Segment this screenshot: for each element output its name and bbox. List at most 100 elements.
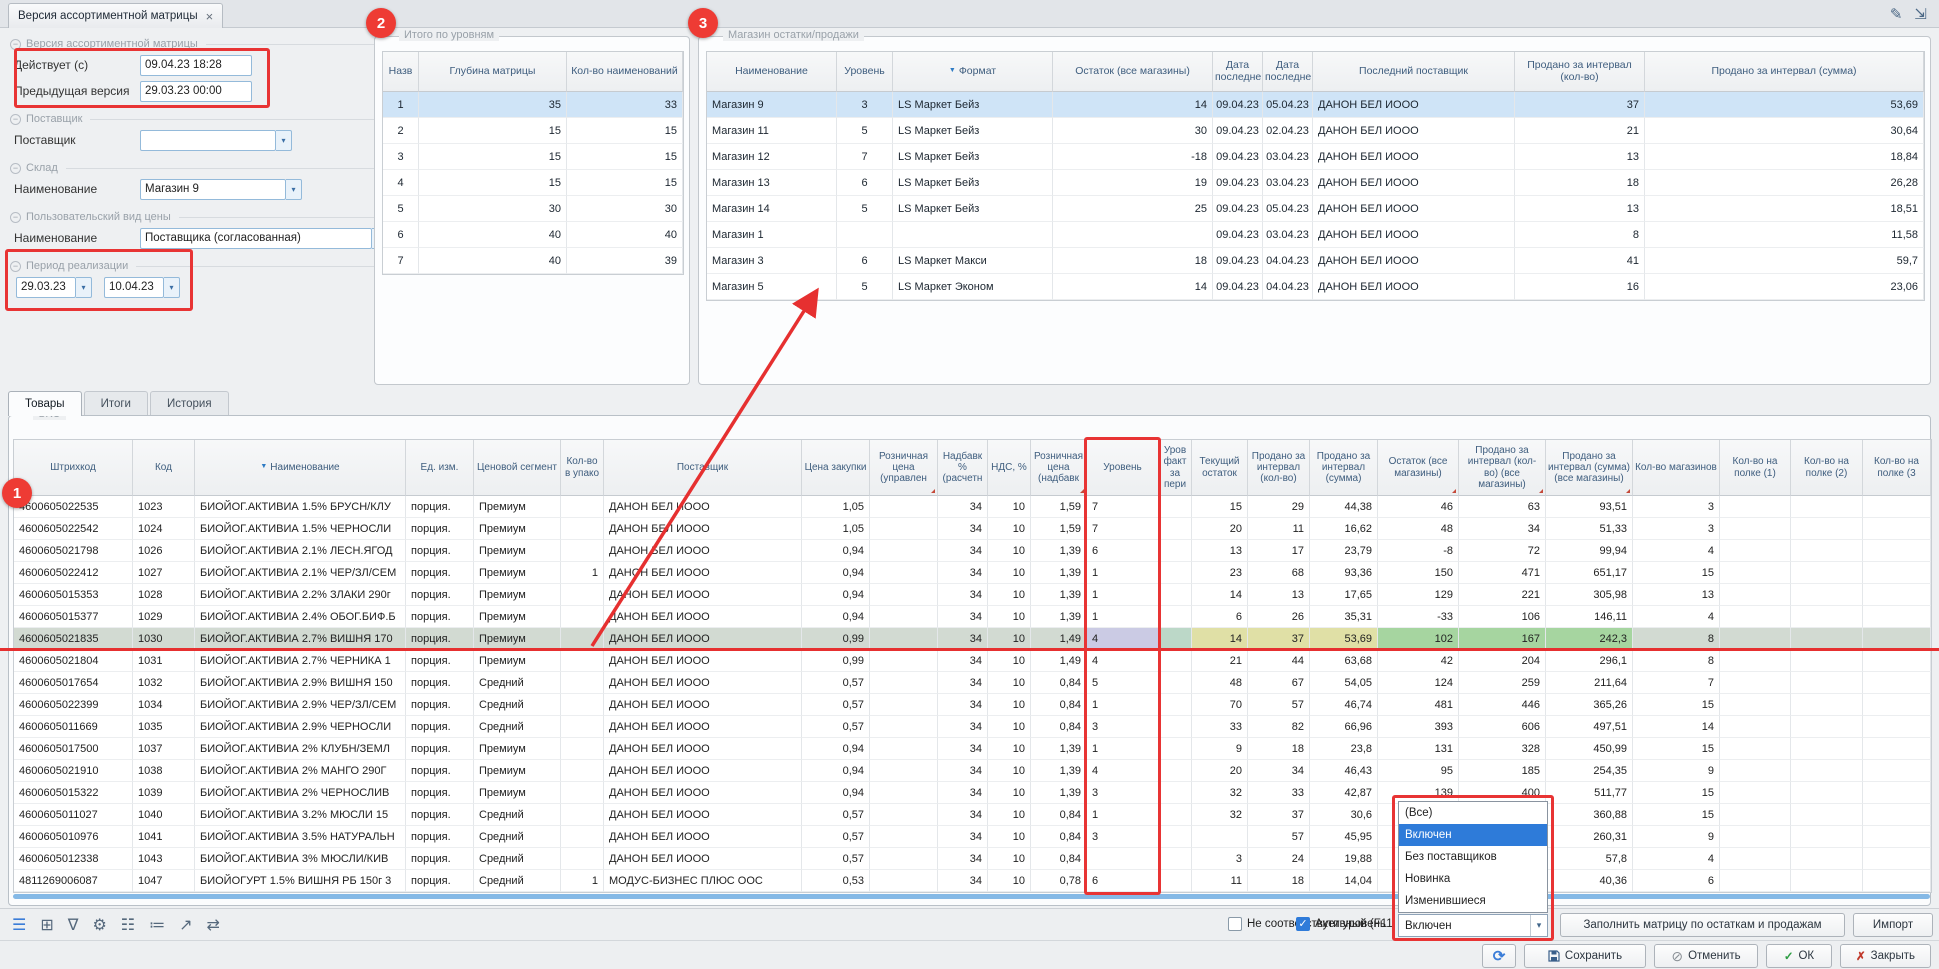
valid-from-input[interactable] [140,55,252,76]
sku-row[interactable]: 46006050224121027БИОЙОГ.АКТИВИА 2.1% ЧЕР… [14,562,1931,584]
column-header[interactable]: Назв [383,52,419,92]
level-row[interactable]: 74039 [383,248,683,274]
sku-row[interactable]: 46006050218351030БИОЙОГ.АКТИВИА 2.7% ВИШ… [14,628,1931,650]
sku-row[interactable]: 46006050218041031БИОЙОГ.АКТИВИА 2.7% ЧЕР… [14,650,1931,672]
sort-filter-icon[interactable]: ▼ [949,67,956,74]
column-header[interactable]: Надбавк % (расчетн [938,440,988,496]
tab-products[interactable]: Товары [8,391,82,416]
sku-row[interactable]: 46006050153221039БИОЙОГ.АКТИВИА 2% ЧЕРНО… [14,782,1931,804]
supplier-input[interactable] [140,130,276,151]
sku-row[interactable]: 46006050123381043БИОЙОГ.АКТИВИА 3% МЮСЛИ… [14,848,1931,870]
view-mode-icon[interactable]: ☰ [12,915,26,935]
level-row[interactable]: 64040 [383,222,683,248]
column-header[interactable]: Кол-во на полке (1) [1720,440,1791,496]
warehouse-input[interactable] [140,179,286,200]
chevron-down-icon[interactable]: ▾ [286,179,302,200]
column-header[interactable]: Остаток (все магазины) [1378,440,1459,496]
collapse-icon[interactable]: − [10,114,21,125]
store-row[interactable]: Магазин 115LS Маркет Бейз3009.04.2302.04… [707,118,1924,144]
column-header[interactable]: Продано за интервал (кол-во) [1515,52,1645,92]
calendar-dropdown-icon[interactable]: ▾ [76,277,92,298]
export-icon[interactable]: ↗ [179,915,192,935]
checkbox-checked-icon[interactable]: ✓ [1296,917,1310,931]
column-header[interactable]: ▼Формат [893,52,1053,92]
save-button[interactable]: Сохранить [1524,944,1646,968]
collapse-icon[interactable]: − [10,163,21,174]
column-header[interactable]: Поставщик [604,440,802,496]
import-button[interactable]: Импорт [1853,913,1933,937]
sku-row[interactable]: 46006050223991034БИОЙОГ.АКТИВИА 2.9% ЧЕР… [14,694,1931,716]
column-header[interactable]: Штрихкод [14,440,133,496]
column-header[interactable]: Продано за интервал (кол-во) [1248,440,1310,496]
dropdown-item[interactable]: Изменившиеся [1399,890,1547,912]
column-header[interactable]: Продано за интервал (сумма) [1310,440,1378,496]
store-row[interactable]: Магазин 109.04.2303.04.23ДАНОН БЕЛ ИООО8… [707,222,1924,248]
sku-row[interactable]: 46006050175001037БИОЙОГ.АКТИВИА 2% КЛУБН… [14,738,1931,760]
chevron-down-icon[interactable]: ▾ [276,130,292,151]
column-header[interactable]: Уровень [1087,440,1159,496]
column-header[interactable]: Цена закупки [802,440,870,496]
refresh-button[interactable]: ⟳ [1482,944,1516,968]
column-header[interactable]: НДС, % [988,440,1031,496]
close-button[interactable]: ✗ Закрыть [1840,944,1931,968]
active-filter-combobox[interactable]: Включен ▾ [1398,914,1548,937]
sku-row[interactable]: 46006050153771029БИОЙОГ.АКТИВИА 2.4% ОБО… [14,606,1931,628]
store-row[interactable]: Магазин 36LS Маркет Макси1809.04.2304.04… [707,248,1924,274]
fill-matrix-button[interactable]: Заполнить матрицу по остаткам и продажам [1560,913,1845,937]
column-header[interactable]: Уровень [837,52,893,92]
column-header[interactable]: Кол-во в упако [561,440,604,496]
ok-button[interactable]: ✓ ОК [1766,944,1832,968]
list-filter-icon[interactable]: ≔ [149,915,165,935]
collapse-icon[interactable]: − [10,39,21,50]
level-row[interactable]: 41515 [383,170,683,196]
column-header[interactable]: Кол-во на полке (2) [1791,440,1863,496]
sku-row[interactable]: 46006050217981026БИОЙОГ.АКТИВИА 2.1% ЛЕС… [14,540,1931,562]
checkbox-icon[interactable] [1228,917,1242,931]
dropdown-item[interactable]: Новинка [1399,868,1547,890]
column-header[interactable]: Кол-во магазинов [1633,440,1720,496]
sku-row[interactable]: 46006050116691035БИОЙОГ.АКТИВИА 2.9% ЧЕР… [14,716,1931,738]
dropdown-item[interactable]: Включен [1399,824,1547,846]
sort-filter-icon[interactable]: ▼ [260,463,267,470]
document-tab[interactable]: Версия ассортиментной матрицы × [8,3,223,28]
list-icon[interactable]: ☷ [121,915,135,935]
level-row[interactable]: 13533 [383,92,683,118]
edit-icon[interactable]: ✎ [1890,5,1903,23]
column-header[interactable]: ▼Наименование [195,440,406,496]
column-header[interactable]: Продано за интервал (кол-во) (все магази… [1459,440,1546,496]
collapse-icon[interactable]: − [10,261,21,272]
store-row[interactable]: Магазин 55LS Маркет Эконом1409.04.2304.0… [707,274,1924,300]
previous-version-input[interactable] [140,81,252,102]
column-header[interactable]: Уров факт за пери [1159,440,1192,496]
sku-row[interactable]: 46006050109761041БИОЙОГ.АКТИВИА 3.5% НАТ… [14,826,1931,848]
column-header[interactable]: Остаток (все магазины) [1053,52,1213,92]
period-from-input[interactable] [16,277,76,298]
store-row[interactable]: Магазин 136LS Маркет Бейз1909.04.2303.04… [707,170,1924,196]
level-row[interactable]: 21515 [383,118,683,144]
filter-funnel-icon[interactable]: ∇ [68,915,79,935]
sku-row[interactable]: 46006050225421024БИОЙОГ.АКТИВИА 1.5% ЧЕР… [14,518,1931,540]
column-header[interactable]: Код [133,440,195,496]
price-view-input[interactable] [140,228,372,249]
tab-history[interactable]: История [150,391,229,415]
sku-row[interactable]: 46006050110271040БИОЙОГ.АКТИВИА 3.2% МЮС… [14,804,1931,826]
column-header[interactable]: Последний поставщик [1313,52,1515,92]
column-header[interactable]: Текущий остаток [1192,440,1248,496]
column-header[interactable]: Ценовой сегмент [474,440,561,496]
dropdown-item[interactable]: (Все) [1399,802,1547,824]
column-header[interactable]: Розничная цена (управлен [870,440,938,496]
column-header[interactable]: Дата последне [1213,52,1263,92]
sku-row[interactable]: 46006050219101038БИОЙОГ.АКТИВИА 2% МАНГО… [14,760,1931,782]
cancel-button[interactable]: ⊘ Отменить [1654,944,1758,968]
column-header[interactable]: Кол-во на полке (3 [1863,440,1931,496]
column-header[interactable]: Продано за интервал (сумма) [1645,52,1924,92]
horizontal-scrollbar[interactable] [13,894,1930,899]
sku-row[interactable]: 48112690060871047БИОЙОГУРТ 1.5% ВИШНЯ РБ… [14,870,1931,892]
column-header[interactable]: Наименование [707,52,837,92]
column-header[interactable]: Дата последне [1263,52,1313,92]
period-to-input[interactable] [104,277,164,298]
settings-gear-icon[interactable]: ⚙ [92,915,106,935]
store-row[interactable]: Магазин 145LS Маркет Бейз2509.04.2305.04… [707,196,1924,222]
chevron-down-icon[interactable]: ▾ [1530,915,1547,936]
active-checkbox[interactable]: ✓ Активный (F11 [1296,917,1393,931]
